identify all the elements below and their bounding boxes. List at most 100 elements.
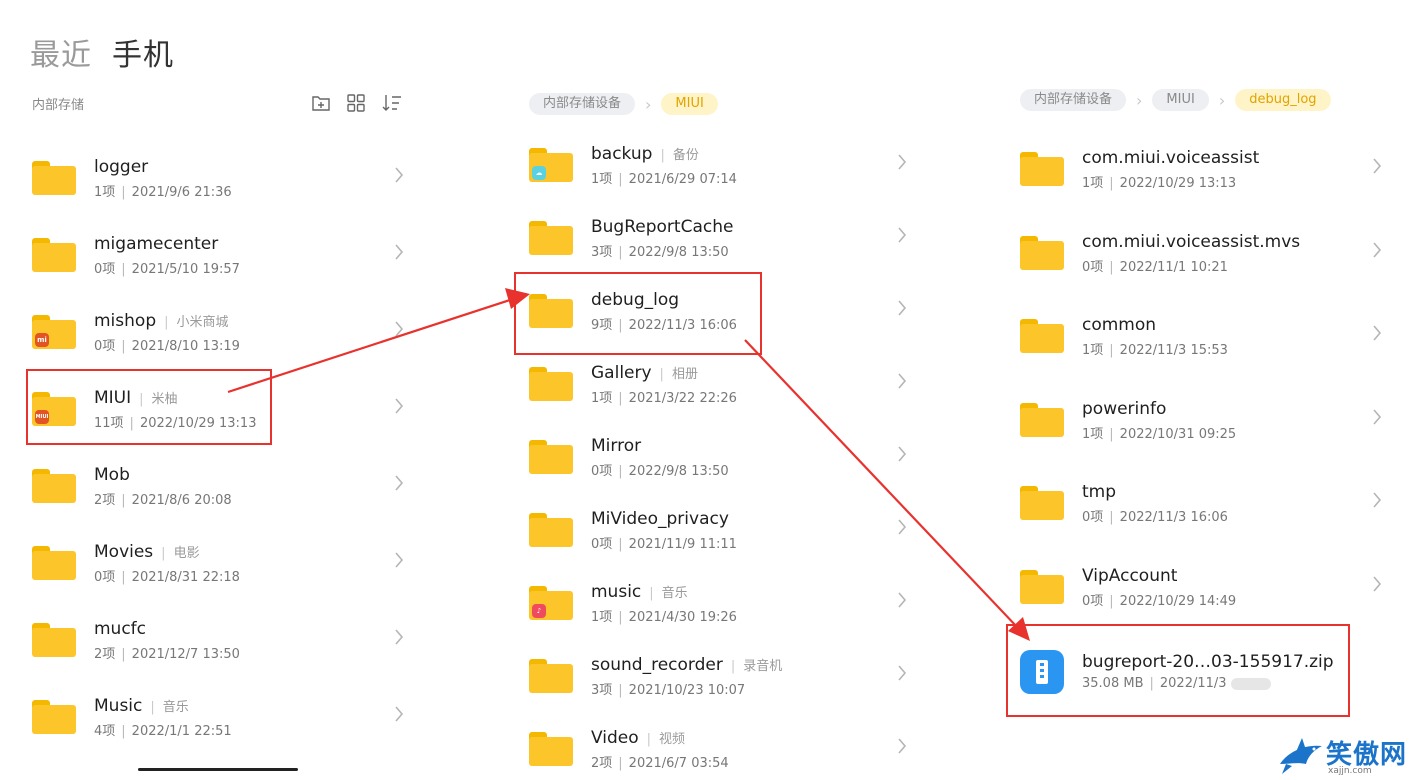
folder-alias: 备份: [660, 148, 698, 163]
folder-meta: 0项 | 2021/8/31 22:18: [94, 570, 240, 585]
chevron-right-icon: [1373, 408, 1382, 425]
folder-title: Mirror: [591, 436, 642, 456]
folder-icon: [529, 513, 573, 547]
chevron-right-icon: [1373, 492, 1382, 508]
folder-row[interactable]: Music 音乐 4项|2022/1/1 22:51: [32, 692, 406, 742]
new-folder-icon[interactable]: [311, 94, 331, 112]
item-count: 0项: [1082, 259, 1104, 275]
chevron-right-icon: [898, 738, 907, 754]
folder-icon: [32, 700, 76, 734]
breadcrumb-miui[interactable]: MIUI: [1152, 89, 1209, 111]
folder-row[interactable]: Mirror 0项 | 2022/9/8 13:50: [529, 432, 909, 482]
breadcrumb-internal-storage[interactable]: 内部存储设备: [1020, 89, 1127, 111]
item-count: 0项: [1082, 593, 1104, 609]
folder-row[interactable]: logger 1项 | 2021/9/6 21:36: [32, 153, 406, 203]
chevron-right-icon: [395, 167, 404, 183]
folder-row[interactable]: Movies 电影 0项|2021/8/31 22:18: [32, 538, 406, 588]
chevron-right-icon: ›: [645, 94, 652, 114]
folder-row[interactable]: powerinfo 1项 | 2022/10/31 09:25: [1020, 395, 1384, 445]
folder-icon: [1020, 319, 1064, 353]
chevron-right-icon: [395, 475, 404, 491]
folder-meta: 0项 | 2021/5/10 19:57: [94, 262, 240, 277]
folder-title: VipAccount: [1082, 565, 1178, 586]
chevron-right-icon: [395, 244, 404, 260]
mi-badge-icon: mi: [35, 333, 49, 347]
folder-row[interactable]: Video 视频 2项|2021/6/7 03:54: [529, 724, 909, 774]
folder-row[interactable]: mucfc 2项 | 2021/12/7 13:50: [32, 615, 406, 665]
folder-meta: 1项 | 2022/10/31 09:25: [1082, 426, 1237, 442]
breadcrumb-internal-storage[interactable]: 内部存储设备: [529, 93, 636, 115]
tab-recent[interactable]: 最近: [30, 30, 92, 74]
folder-meta: 0项 | 2021/11/9 11:11: [591, 537, 737, 552]
folder-name: migamecenter: [94, 234, 218, 254]
item-count: 1项: [591, 172, 613, 187]
folder-row[interactable]: common 1项 | 2022/11/3 15:53: [1020, 311, 1384, 361]
chevron-right-icon: [1373, 575, 1382, 592]
folder-row[interactable]: sound_recorder 录音机 3项|2021/10/23 10:07: [529, 651, 909, 701]
modified-date: 2021/10/23 10:07: [628, 683, 746, 698]
backup-badge-icon: ☁: [532, 166, 546, 180]
folder-row[interactable]: ☁ backup 备份 1项|2021/6/29 07:14: [529, 140, 909, 190]
folder-icon: [32, 161, 76, 195]
home-indicator[interactable]: [138, 768, 298, 771]
folder-row[interactable]: mi mishop 小米商城 0项|2021/8/10 13:19: [32, 307, 406, 357]
folder-meta: 1项 | 2021/4/30 19:26: [591, 610, 737, 625]
grid-view-icon[interactable]: [346, 94, 366, 112]
folder-row[interactable]: migamecenter 0项 | 2021/5/10 19:57: [32, 230, 406, 280]
folder-icon: [529, 367, 573, 401]
folder-name: mishop 小米商城: [94, 311, 229, 331]
folder-meta: 1项 | 2022/10/29 13:13: [1082, 176, 1237, 191]
folder-title: com.miui.voiceassist.mvs: [1082, 231, 1301, 252]
folder-row[interactable]: ♪ music 音乐 1项|2021/4/30 19:26: [529, 578, 909, 628]
folder-title: mishop: [94, 311, 157, 331]
view-tabs: 最近 手机: [30, 30, 174, 74]
folder-meta: 4项 | 2022/1/1 22:51: [94, 724, 232, 739]
folder-icon: [32, 238, 76, 272]
breadcrumb-miui[interactable]: MIUI: [661, 93, 718, 115]
item-count: 1项: [591, 391, 613, 406]
folder-name: tmp: [1082, 482, 1116, 502]
watermark: 笑傲网 xajjn.com: [1278, 734, 1415, 778]
folder-icon: [32, 546, 76, 580]
folder-name: music 音乐: [591, 582, 688, 602]
folder-name: com.miui.voiceassist.mvs: [1082, 232, 1300, 252]
sort-icon[interactable]: [382, 94, 402, 112]
folder-title: migamecenter: [94, 234, 219, 254]
folder-row[interactable]: MiVideo_privacy 0项 | 2021/11/9 11:11: [529, 505, 909, 555]
folder-row[interactable]: BugReportCache 3项 | 2022/9/8 13:50: [529, 213, 909, 263]
breadcrumb-debug-log[interactable]: debug_log: [1235, 89, 1331, 111]
modified-date: 2022/11/3 16:06: [1119, 510, 1228, 525]
modified-date: 2021/5/10 19:57: [131, 262, 240, 277]
folder-row[interactable]: Mob 2项 | 2021/8/6 20:08: [32, 461, 406, 511]
folder-row[interactable]: VipAccount 0项 | 2022/10/29 14:49: [1020, 562, 1384, 612]
item-count: 1项: [94, 185, 116, 200]
folder-name: logger: [94, 157, 148, 177]
folder-row[interactable]: Gallery 相册 1项|2021/3/22 22:26: [529, 359, 909, 409]
modified-date: 2022/10/31 09:25: [1119, 426, 1237, 442]
modified-date: 2021/9/6 21:36: [131, 185, 232, 200]
folder-name: BugReportCache: [591, 217, 733, 237]
item-count: 2项: [591, 756, 613, 771]
modified-date: 2022/9/8 13:50: [628, 245, 729, 260]
folder-row[interactable]: tmp 0项 | 2022/11/3 16:06: [1020, 478, 1384, 528]
modified-date: 2021/6/7 03:54: [628, 756, 729, 771]
folder-name: Mirror: [591, 436, 641, 456]
folder-icon: [32, 623, 76, 657]
chevron-right-icon: [898, 519, 907, 535]
folder-meta: 0项 | 2022/10/29 14:49: [1082, 593, 1237, 609]
tab-phone[interactable]: 手机: [112, 30, 174, 74]
modified-date: 2022/11/3 15:53: [1119, 343, 1228, 358]
folder-meta: 1项 | 2022/11/3 15:53: [1082, 343, 1228, 358]
modified-date: 2021/8/31 22:18: [131, 570, 240, 585]
item-count: 0项: [591, 537, 613, 552]
chevron-right-icon: ›: [1136, 90, 1143, 110]
folder-row[interactable]: com.miui.voiceassist 1项 | 2022/10/29 13:13: [1020, 144, 1384, 194]
folder-row[interactable]: com.miui.voiceassist.mvs 0项 | 2022/11/1 10:…: [1020, 228, 1384, 278]
item-count: 4项: [94, 724, 116, 739]
music-badge-icon: ♪: [532, 604, 546, 618]
item-count: 2项: [94, 647, 116, 662]
folder-meta: 2项 | 2021/6/7 03:54: [591, 756, 729, 771]
folder-title: sound_recorder: [591, 655, 723, 675]
folder-title: common: [1082, 315, 1157, 335]
folder-name: sound_recorder 录音机: [591, 655, 782, 675]
